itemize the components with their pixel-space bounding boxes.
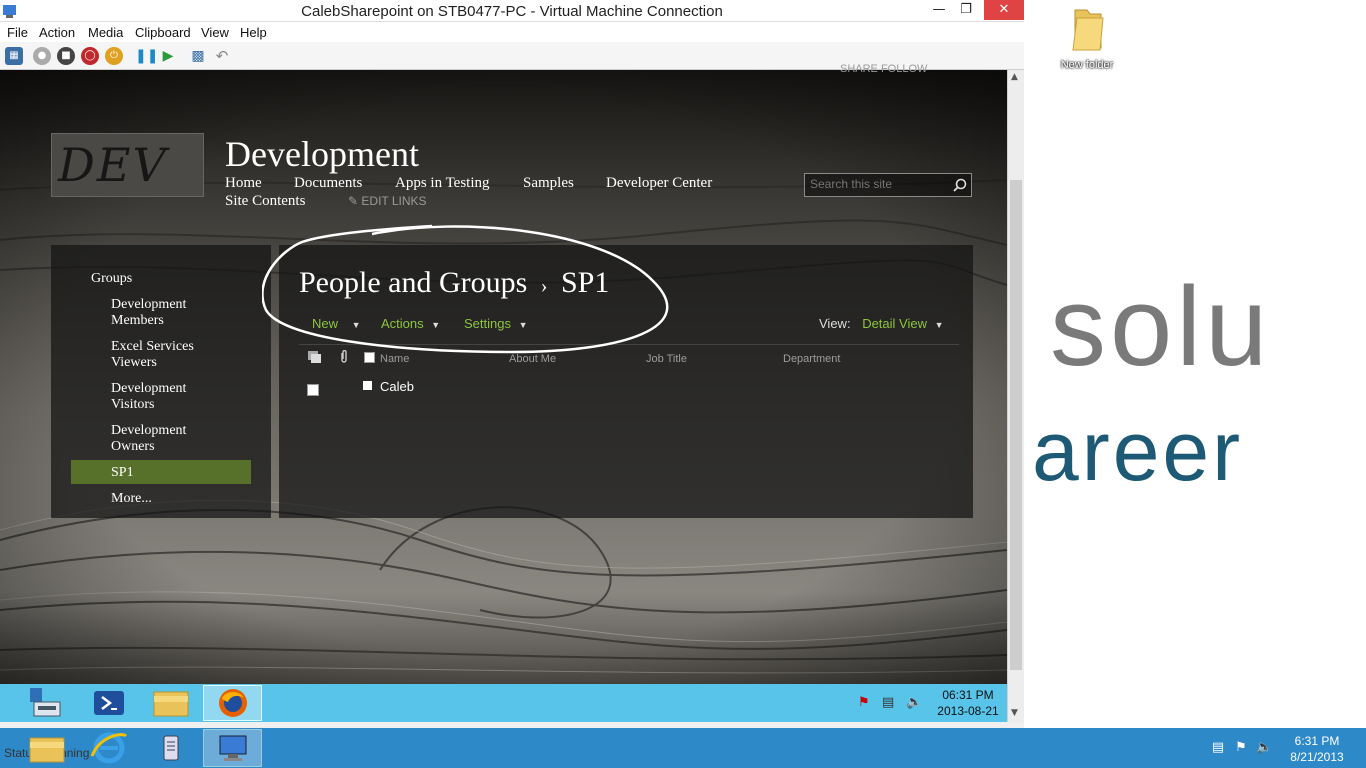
scroll-up-icon[interactable]: ▲: [1011, 72, 1018, 82]
powershell-icon[interactable]: [86, 686, 132, 720]
server-manager-icon[interactable]: [24, 686, 70, 720]
window-title: CalebSharepoint on STB0477-PC - Virtual …: [301, 3, 723, 20]
host-time: 6:31 PM: [1294, 734, 1340, 748]
internet-explorer-icon[interactable]: [86, 730, 132, 766]
menu-file[interactable]: File: [7, 25, 28, 40]
folder-icon: [1072, 9, 1104, 51]
guest-clock[interactable]: 06:31 PM 2013-08-21: [930, 687, 1006, 719]
ql-item-more[interactable]: More...: [111, 491, 152, 507]
menu-view[interactable]: View: [201, 25, 229, 40]
desktop-folder-label: New folder: [1060, 59, 1114, 71]
menu-clipboard[interactable]: Clipboard: [135, 25, 191, 40]
row-select-checkbox[interactable]: [307, 384, 319, 396]
column-name[interactable]: Name: [380, 353, 409, 365]
ql-item-development-members[interactable]: Development Members: [111, 297, 221, 329]
menu-bar: File Action Media Clipboard View Help: [0, 22, 1024, 42]
hand-drawn-circle-annotation: [262, 224, 669, 354]
volume-icon[interactable]: 🔈: [1256, 740, 1272, 756]
nav-developer-center[interactable]: Developer Center: [606, 175, 712, 192]
nav-samples[interactable]: Samples: [523, 175, 574, 192]
shutdown-icon[interactable]: ◯: [81, 47, 99, 65]
start-icon[interactable]: ●: [33, 47, 51, 65]
ql-item-development-visitors[interactable]: Development Visitors: [111, 381, 221, 413]
wallpaper-text-1: solu: [1050, 264, 1272, 389]
pencil-icon: ✎: [348, 194, 359, 208]
row-name-caleb[interactable]: Caleb: [380, 379, 414, 394]
presence-icon: [363, 381, 372, 390]
power-icon[interactable]: ⏻: [105, 47, 123, 65]
quick-launch: Groups Development Members Excel Service…: [51, 245, 271, 518]
vertical-scrollbar[interactable]: ▲ ▼: [1007, 70, 1024, 722]
column-job-title[interactable]: Job Title: [646, 353, 687, 365]
vm-connection-icon[interactable]: [210, 730, 256, 766]
site-title[interactable]: Development: [225, 133, 419, 175]
search-icon[interactable]: [953, 178, 967, 192]
view-selector[interactable]: View: Detail View ▼: [819, 316, 944, 331]
guest-date: 2013-08-21: [937, 704, 999, 718]
scrollbar-thumb[interactable]: [1010, 180, 1022, 670]
menu-action[interactable]: Action: [39, 25, 75, 40]
pause-icon[interactable]: ❚❚: [135, 47, 158, 65]
action-center-flag-icon[interactable]: ⚑: [1233, 740, 1249, 756]
revert-icon[interactable]: ↶: [213, 47, 231, 65]
guest-time: 06:31 PM: [942, 688, 994, 702]
nav-site-contents[interactable]: Site Contents: [225, 193, 305, 210]
network-icon[interactable]: ▤: [882, 695, 894, 710]
quick-launch-heading[interactable]: Groups: [91, 271, 132, 287]
column-department[interactable]: Department: [783, 353, 840, 365]
host-date: 8/21/2013: [1290, 750, 1344, 764]
resume-icon[interactable]: ▶: [159, 47, 177, 65]
close-button[interactable]: ✕: [984, 0, 1024, 20]
wallpaper-text-2: areer: [1032, 404, 1244, 498]
ctrl-alt-del-icon[interactable]: ▦: [5, 47, 23, 65]
restore-button[interactable]: ❐: [953, 0, 979, 20]
title-bar: CalebSharepoint on STB0477-PC - Virtual …: [0, 0, 1024, 22]
site-logo[interactable]: DEV: [51, 133, 204, 197]
file-explorer-icon[interactable]: [24, 730, 70, 766]
nav-documents[interactable]: Documents: [294, 175, 362, 192]
menu-help[interactable]: Help: [240, 25, 267, 40]
scroll-down-icon[interactable]: ▼: [1011, 708, 1018, 718]
file-explorer-icon[interactable]: [148, 686, 194, 720]
site-logo-text: DEV: [58, 138, 168, 192]
turn-off-icon[interactable]: ■: [57, 47, 75, 65]
desktop-folder[interactable]: New folder: [1056, 6, 1118, 76]
nav-apps-in-testing[interactable]: Apps in Testing: [395, 175, 490, 192]
chevron-down-icon: ▼: [934, 320, 944, 330]
checkpoint-icon[interactable]: ▩: [189, 47, 207, 65]
volume-muted-icon[interactable]: 🔈: [906, 695, 922, 710]
ql-item-excel-services-viewers[interactable]: Excel Services Viewers: [111, 339, 221, 371]
minimize-button[interactable]: —: [926, 0, 952, 20]
share-follow-links[interactable]: SHARE FOLLOW: [840, 63, 927, 75]
column-about-me[interactable]: About Me: [509, 353, 556, 365]
search-input[interactable]: [810, 177, 950, 191]
ql-item-sp1[interactable]: SP1: [111, 465, 134, 481]
host-clock[interactable]: 6:31 PM 8/21/2013: [1282, 733, 1352, 765]
menu-media[interactable]: Media: [88, 25, 123, 40]
nav-home[interactable]: Home: [225, 175, 262, 192]
notepad-icon[interactable]: [148, 730, 194, 766]
network-icon[interactable]: ▤: [1210, 740, 1226, 756]
search-box: [804, 173, 972, 197]
ql-item-development-owners[interactable]: Development Owners: [111, 423, 221, 455]
firefox-icon[interactable]: [210, 686, 256, 720]
action-center-flag-icon[interactable]: ⚑: [858, 695, 870, 710]
selected-highlight: [71, 460, 251, 484]
view-value: Detail View: [862, 316, 927, 331]
view-label: View:: [819, 316, 851, 331]
edit-links[interactable]: ✎ EDIT LINKS: [348, 194, 427, 208]
edit-links-label: EDIT LINKS: [361, 194, 427, 208]
